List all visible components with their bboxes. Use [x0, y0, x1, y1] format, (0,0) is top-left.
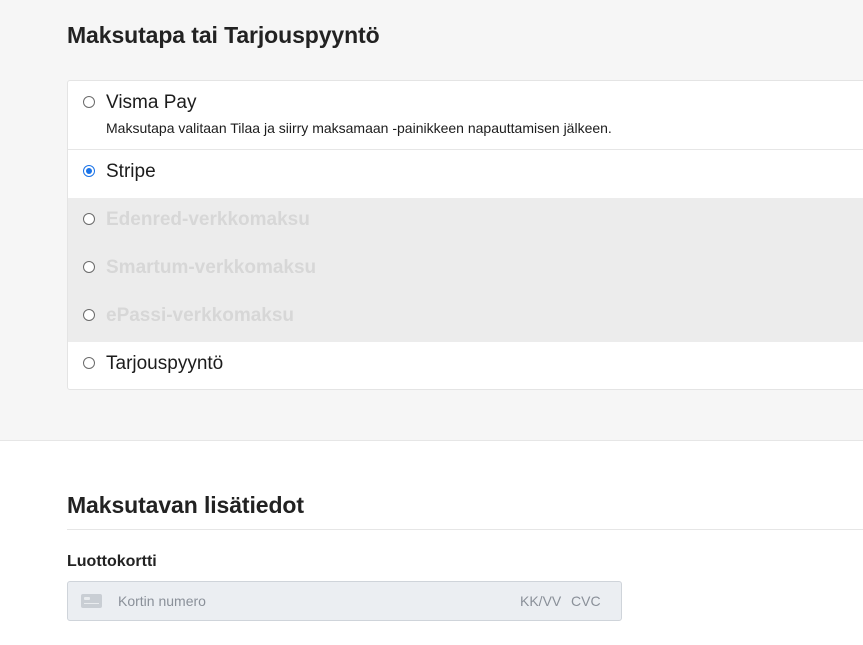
stripe-label: Stripe	[106, 161, 156, 182]
payment-method-title: Maksutapa tai Tarjouspyyntö	[67, 22, 380, 48]
card-number-field[interactable]: Kortin numero	[118, 593, 206, 609]
payment-method-list: Visma Pay Maksutapa valitaan Tilaa ja si…	[67, 80, 863, 390]
tarjouspyynto-radio[interactable]	[83, 357, 95, 369]
edenred-radio	[83, 213, 95, 225]
stripe-radio[interactable]	[83, 165, 95, 177]
card-cvc-field[interactable]: CVC	[571, 593, 601, 609]
credit-card-icon	[81, 594, 102, 608]
smartum-radio	[83, 261, 95, 273]
smartum-label: Smartum-verkkomaksu	[106, 257, 317, 278]
card-expiry-field[interactable]: KK/VV	[520, 593, 561, 609]
payment-method-stripe[interactable]: Stripe	[68, 150, 863, 198]
edenred-label: Edenred-verkkomaksu	[106, 209, 310, 230]
epassi-label: ePassi-verkkomaksu	[106, 305, 295, 326]
tarjouspyynto-label: Tarjouspyyntö	[106, 353, 224, 374]
payment-details-title: Maksutavan lisätiedot	[67, 492, 304, 518]
credit-card-label: Luottokortti	[67, 553, 157, 570]
credit-card-input[interactable]: Kortin numero KK/VV CVC	[67, 581, 622, 621]
section-divider	[67, 529, 863, 530]
visma-pay-radio[interactable]	[83, 96, 95, 108]
payment-method-edenred: Edenred-verkkomaksu	[68, 198, 863, 246]
visma-pay-label: Visma Pay	[106, 92, 197, 113]
payment-method-smartum: Smartum-verkkomaksu	[68, 246, 863, 294]
payment-method-epassi: ePassi-verkkomaksu	[68, 294, 863, 342]
payment-method-section: Maksutapa tai Tarjouspyyntö Visma Pay Ma…	[0, 0, 863, 441]
visma-pay-description: Maksutapa valitaan Tilaa ja siirry maksa…	[106, 120, 612, 136]
payment-method-visma-pay[interactable]: Visma Pay Maksutapa valitaan Tilaa ja si…	[68, 81, 863, 150]
payment-method-tarjouspyynto[interactable]: Tarjouspyyntö	[68, 342, 863, 389]
epassi-radio	[83, 309, 95, 321]
